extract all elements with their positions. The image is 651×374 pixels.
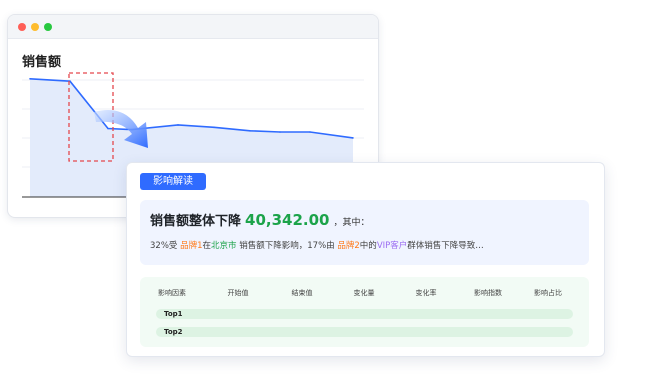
- data-point[interactable]: [177, 124, 179, 126]
- table-row[interactable]: Top1: [156, 309, 573, 319]
- summary-headline: 销售额整体下降 40,342.00 ，其中：: [150, 210, 370, 229]
- row-label: Top1: [164, 310, 183, 318]
- data-point[interactable]: [29, 78, 31, 80]
- summary-detail: 32%受 品牌1在北京市 销售额下降影响，17%由 品牌2中的VIP客户群体销售…: [150, 239, 484, 251]
- data-point[interactable]: [309, 131, 311, 133]
- insight-badge[interactable]: 影响解读: [140, 173, 206, 190]
- column-header-share: 影响占比: [534, 289, 562, 297]
- curved-arrow-icon: [94, 110, 148, 148]
- column-header-index: 影响指数: [474, 289, 502, 297]
- detail-text: 中的: [359, 241, 377, 251]
- data-point[interactable]: [352, 137, 354, 139]
- detail-text: 销售额下降影响，17%由: [236, 241, 338, 251]
- brand2-link[interactable]: 品牌2: [337, 241, 359, 251]
- detail-text: 群体销售下降导致…: [407, 241, 484, 251]
- headline-tail: ，其中：: [333, 218, 370, 228]
- data-point[interactable]: [279, 131, 281, 133]
- data-point[interactable]: [249, 130, 251, 132]
- column-header-factor: 影响因素: [158, 289, 186, 297]
- brand1-link[interactable]: 品牌1: [180, 241, 202, 251]
- column-header-rate: 变化率: [415, 289, 437, 297]
- data-point[interactable]: [213, 126, 215, 129]
- detail-text: 32%受: [150, 241, 181, 251]
- column-header-change: 变化量: [353, 289, 375, 297]
- detail-text: 在: [202, 241, 212, 251]
- headline-value: 40,342.00: [245, 211, 330, 229]
- row-label: Top2: [164, 328, 183, 336]
- column-header-start: 开始值: [227, 289, 249, 297]
- headline-text: 销售额整体下降: [150, 214, 242, 229]
- city-link[interactable]: 北京市: [211, 241, 237, 251]
- column-header-end: 结束值: [291, 289, 313, 297]
- segment-link[interactable]: VIP客户: [377, 241, 407, 251]
- table-row[interactable]: Top2: [156, 327, 573, 337]
